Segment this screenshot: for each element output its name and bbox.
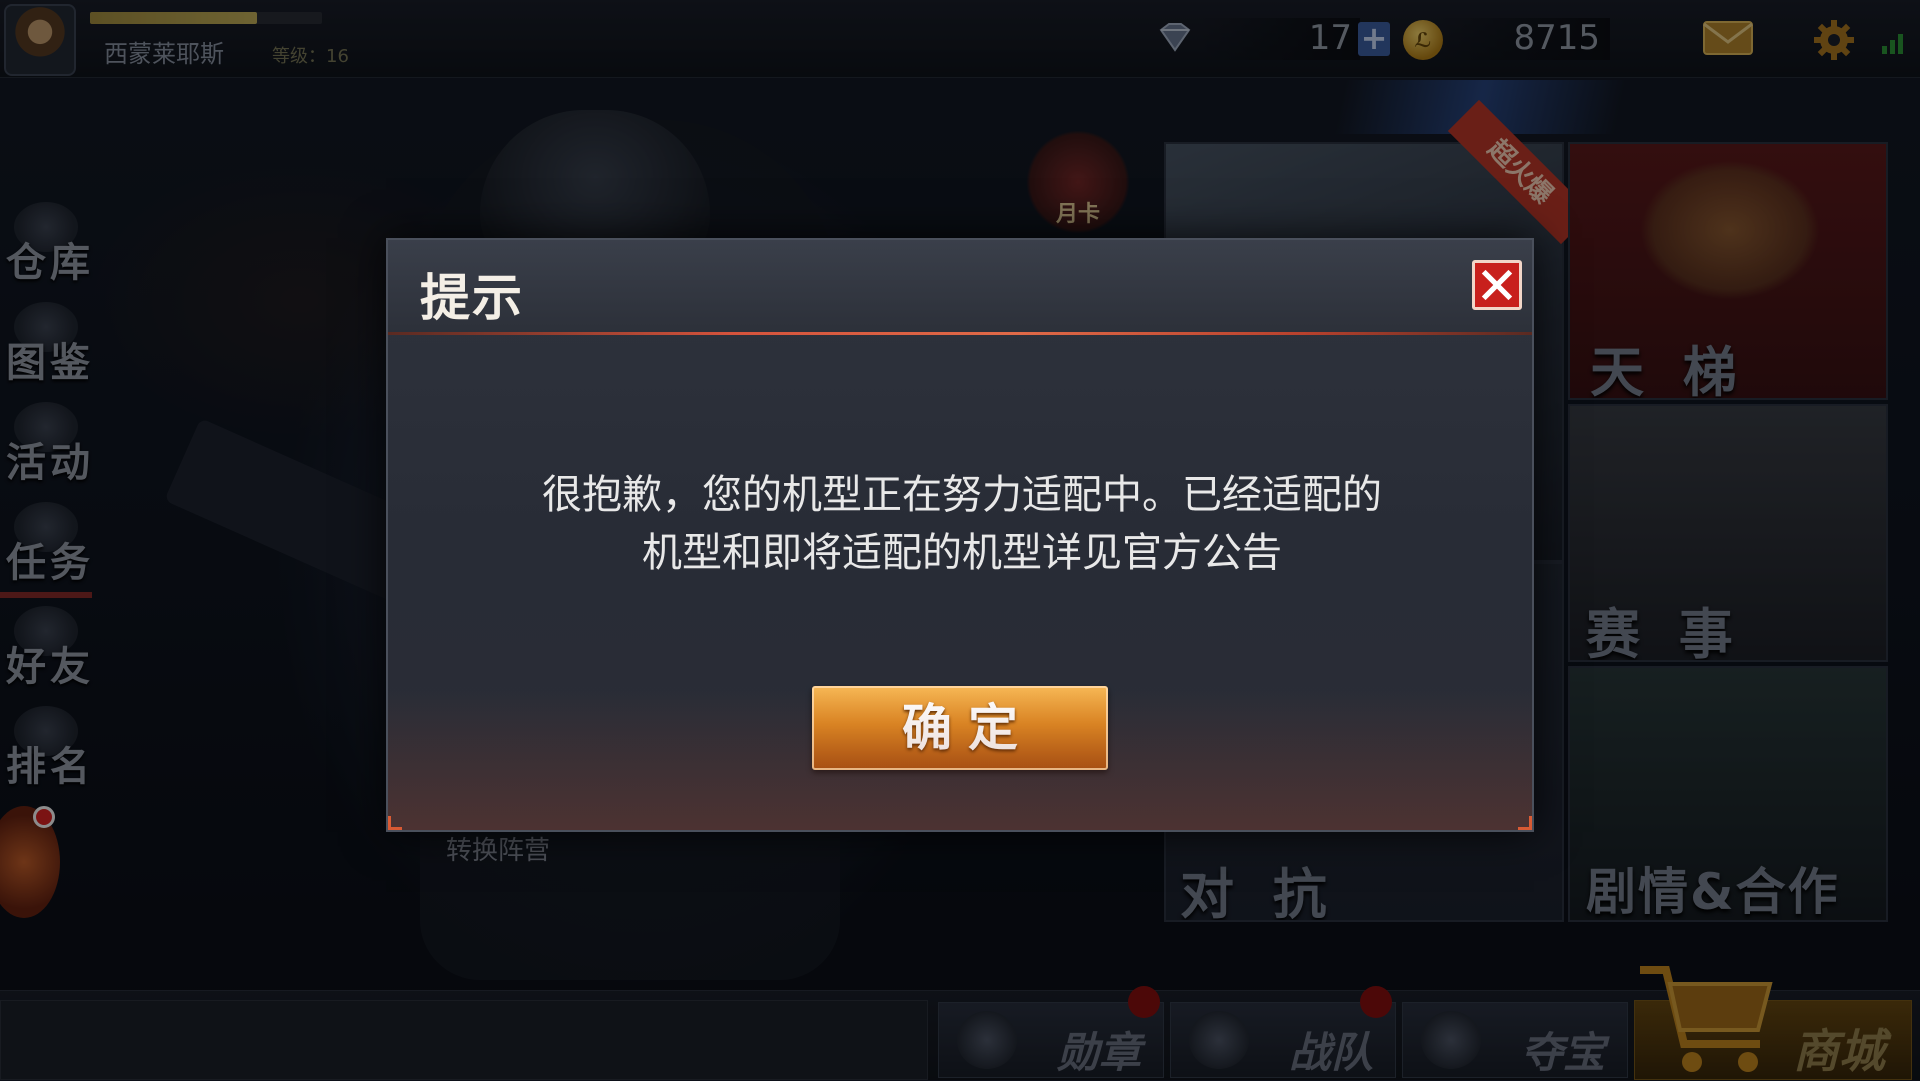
dialog-header-divider — [388, 332, 1532, 335]
close-icon — [1481, 269, 1513, 301]
dialog-message-line: 很抱歉，您的机型正在努力适配中。已经适配的 — [542, 472, 1382, 518]
dialog-corner-accent — [388, 816, 402, 830]
confirm-button-label: 确定 — [902, 699, 1034, 757]
dialog-corner-accent — [1518, 816, 1532, 830]
dialog-header: 提示 — [388, 240, 1532, 334]
confirm-button[interactable]: 确定 — [812, 686, 1108, 770]
dialog-title: 提示 — [420, 269, 524, 327]
close-button[interactable] — [1472, 260, 1522, 310]
dialog-message-line: 机型和即将适配的机型详见官方公告 — [642, 530, 1282, 576]
notice-dialog: 提示 很抱歉，您的机型正在努力适配中。已经适配的 机型和即将适配的机型详见官方公… — [386, 238, 1534, 832]
dialog-message: 很抱歉，您的机型正在努力适配中。已经适配的 机型和即将适配的机型详见官方公告 — [448, 466, 1476, 582]
